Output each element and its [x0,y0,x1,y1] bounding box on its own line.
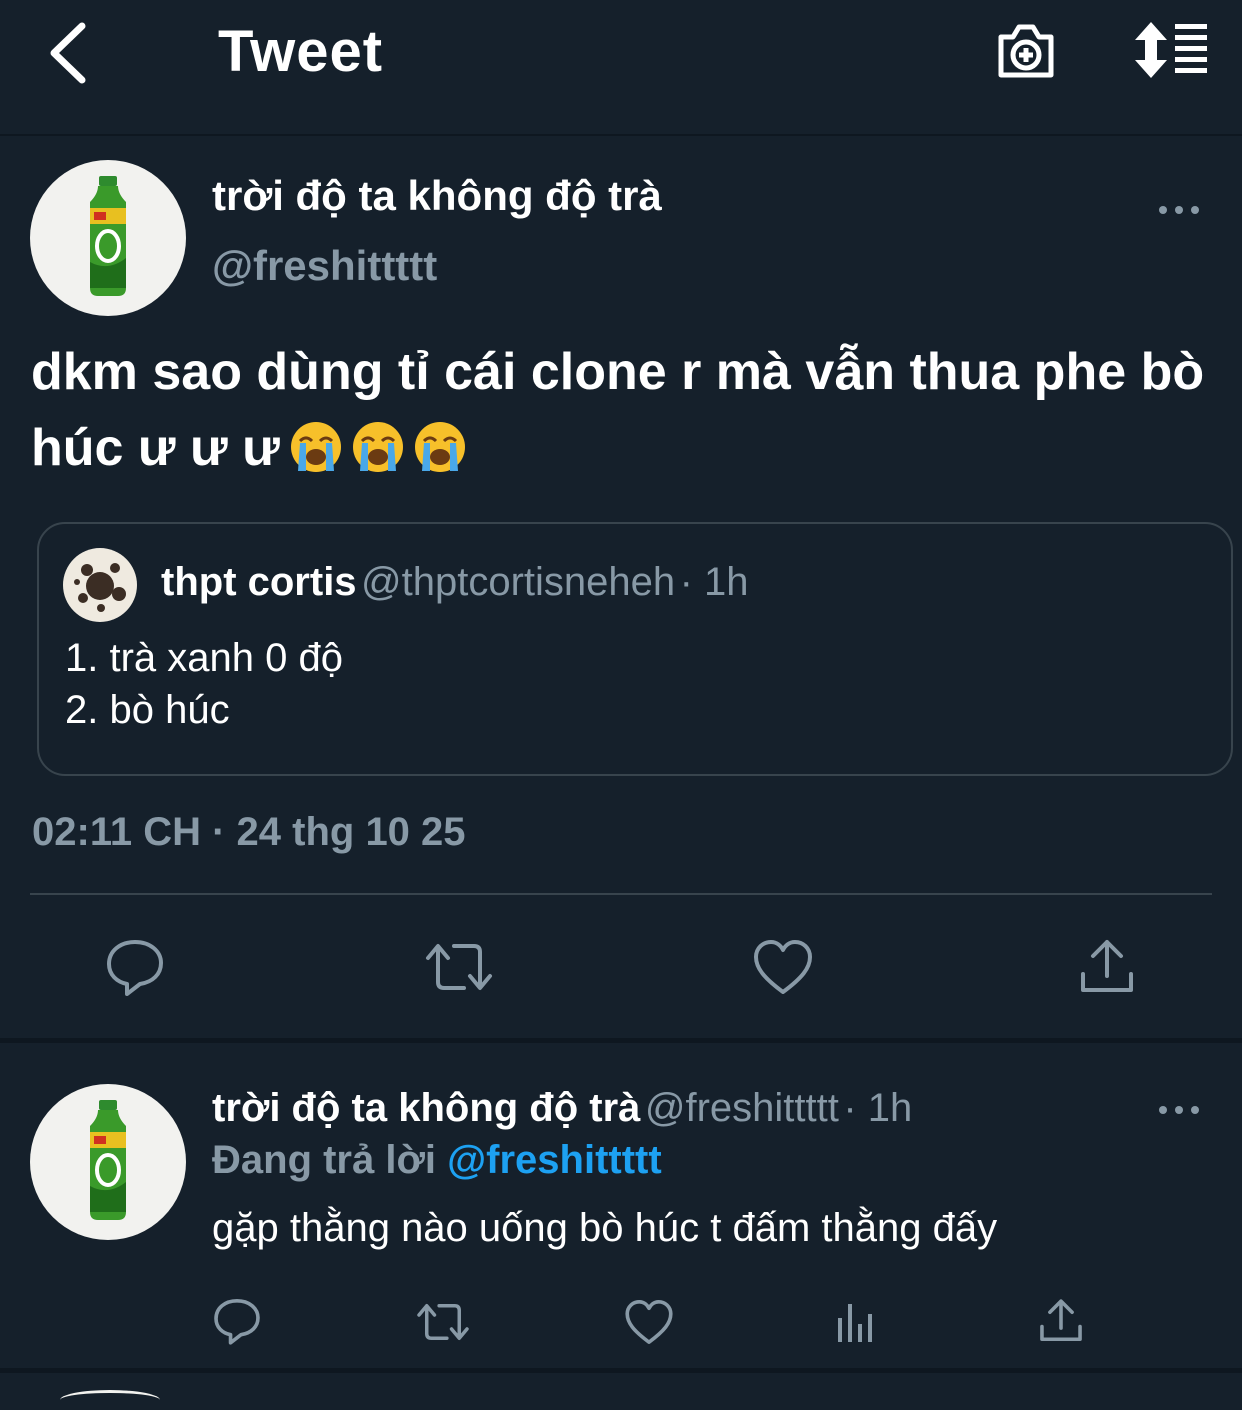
divider [30,893,1212,895]
reply-button[interactable] [212,1296,262,1346]
quoted-time: · 1h [679,560,749,604]
analytics-button[interactable] [834,1300,878,1344]
sort-button[interactable] [1130,18,1210,82]
reply-header: trời độ ta không độ trà @freshittttt · 1… [212,1086,912,1131]
more-horizontal-icon [1159,206,1199,214]
replying-to-mention[interactable]: @freshittttt [447,1138,662,1182]
reply-author-handle[interactable]: @freshittttt [645,1086,839,1130]
quoted-tweet-card[interactable]: thpt cortis @thptcortisneheh · 1h 1. trà… [37,522,1233,776]
more-horizontal-icon [1159,1106,1199,1114]
share-button[interactable] [1038,1296,1084,1346]
retweet-icon [417,1304,469,1340]
reply-time: · 1h [843,1086,913,1130]
tweet-text-content: dkm sao dùng tỉ cái clone r mà vẫn thua … [31,343,1205,477]
top-navigation-bar: Tweet [0,0,1242,136]
back-button[interactable] [40,20,96,86]
chevron-left-icon [50,22,86,84]
loudly-crying-face-icon [413,421,466,473]
avatar[interactable] [30,1084,186,1240]
retweet-icon [426,944,492,990]
section-separator [0,1038,1242,1043]
author-handle[interactable]: @freshittttt [212,242,437,290]
quoted-author-handle: @thptcortisneheh [361,560,676,604]
like-button[interactable] [752,938,814,996]
tweet-timestamp[interactable]: 02:11 CH · 24 thg 10 25 [32,810,466,855]
retweet-button[interactable] [414,1298,472,1346]
reply-button[interactable] [104,936,166,998]
camera-plus-icon [998,24,1054,78]
more-options-button[interactable] [1156,1098,1202,1122]
splash-logo-avatar-image [74,563,126,612]
tea-bottle-avatar-image [88,1098,128,1222]
quoted-text-line: 1. trà xanh 0 độ [65,636,343,680]
replying-to: Đang trả lời @freshittttt [212,1138,662,1183]
more-options-button[interactable] [1156,198,1202,222]
reply-icon [107,940,163,996]
tweet-text: dkm sao dùng tỉ cái clone r mà vẫn thua … [31,334,1211,486]
replying-to-label: Đang trả lời [212,1138,437,1182]
like-icon [754,940,812,994]
section-separator [0,1368,1242,1373]
quoted-author-name: thpt cortis [161,560,357,604]
reply-icon [214,1299,260,1345]
quoted-avatar [63,548,137,622]
loudly-crying-face-icon [289,421,342,473]
avatar[interactable] [30,160,186,316]
quoted-header: thpt cortis @thptcortisneheh · 1h [161,560,749,605]
share-icon [1040,1299,1082,1342]
reply-author-name[interactable]: trời độ ta không độ trà [212,1086,640,1130]
like-button[interactable] [624,1298,674,1346]
loudly-crying-face-icon [351,421,404,473]
retweet-button[interactable] [424,936,494,998]
share-button[interactable] [1078,936,1136,998]
next-tweet-avatar-edge [60,1390,160,1410]
tea-bottle-avatar-image [88,174,128,298]
sort-list-icon [1135,22,1207,78]
page-title: Tweet [218,19,384,84]
reply-text: gặp thằng nào uống bò húc t đấm thằng đấ… [212,1206,998,1250]
author-name[interactable]: trời độ ta không độ trà [212,172,662,220]
share-icon [1081,940,1133,992]
quoted-text-line: 2. bò húc [65,688,230,732]
like-icon [625,1300,673,1344]
analytics-icon [838,1304,872,1342]
camera-button[interactable] [994,18,1058,82]
